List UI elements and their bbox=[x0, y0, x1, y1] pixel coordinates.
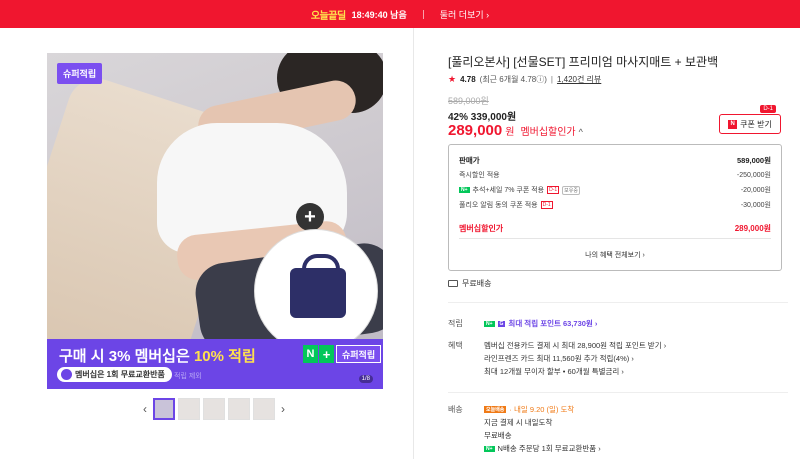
delivery-return[interactable]: N+ N배송 주문당 1회 무료교환반품 › bbox=[484, 443, 601, 454]
thumbnail-2[interactable] bbox=[178, 398, 200, 420]
deadline-tag: D-1 bbox=[540, 201, 553, 209]
npay-badge: N + 슈퍼적립 bbox=[303, 345, 382, 363]
coupon-deadline-tag: D-1 bbox=[760, 105, 776, 113]
promo-sub-badge: 멤버십은 1회 무료교환반품 bbox=[57, 367, 172, 382]
gift-bag-circle bbox=[254, 229, 378, 353]
alarm-coupon-row: 풀리오 알림 동의 쿠폰 적용 D-1 -30,000원 bbox=[459, 200, 771, 210]
delivery-date: · 내일 9.20 (일) 도착 bbox=[509, 405, 575, 414]
view-all-benefits-link[interactable]: 나의 혜택 전체보기 › bbox=[449, 250, 781, 260]
alarm-coupon-label: 풀리오 알림 동의 쿠폰 적용 bbox=[459, 202, 538, 209]
divider bbox=[422, 9, 424, 19]
delivery-free: 무료배송 bbox=[484, 431, 512, 440]
free-shipping: 무료배송 bbox=[448, 278, 491, 289]
rating-detail[interactable]: (최근 6개월 4.78ⓘ) bbox=[480, 74, 547, 85]
won-unit: 원 bbox=[505, 127, 515, 138]
chevron-up-icon[interactable]: ^ bbox=[579, 127, 583, 137]
member-price-row-label: 멤버십할인가 bbox=[459, 224, 504, 233]
n-logo-icon: N bbox=[303, 345, 318, 363]
promo-faint-text: 적립 제외 bbox=[174, 373, 202, 380]
delivery-line-2: 지금 결제 시 내일도착 bbox=[484, 418, 553, 427]
thumbnail-1[interactable] bbox=[153, 398, 175, 420]
npay-mini-icon: N+ bbox=[459, 187, 470, 193]
member-price-row: 멤버십할인가 289,000원 bbox=[459, 223, 771, 234]
member-price: 289,000 bbox=[448, 122, 503, 139]
promo-headline: 구매 시 3% 멤버십은 10% 적립 bbox=[59, 348, 256, 365]
benefit-line-1[interactable]: 멤버십 전용카드 결제 시 최대 28,900원 적립 포인트 받기 › bbox=[484, 340, 666, 351]
thumbnail-5[interactable] bbox=[253, 398, 275, 420]
prev-arrow-icon[interactable]: ‹ bbox=[140, 402, 150, 416]
image-counter: 1/8 bbox=[358, 375, 373, 383]
deal-top-banner[interactable]: 오늘끝딜 18:49:40 남음 둘러 더보기 › bbox=[0, 0, 800, 28]
product-title: [풀리오본사] [선물SET] 프리미엄 마사지매트 + 보관백 bbox=[448, 55, 719, 69]
plus-icon: + bbox=[296, 203, 324, 231]
today-delivery-tag: 오늘배송 bbox=[484, 406, 507, 413]
member-mini-icon: G bbox=[497, 320, 506, 327]
delivery-label: 배송 bbox=[448, 405, 463, 414]
deadline-tag: D-1 bbox=[547, 186, 560, 194]
npay-label: 슈퍼적립 bbox=[336, 345, 382, 363]
deal-countdown: 18:49:40 남음 bbox=[351, 9, 407, 20]
points-text: 최대 적립 포인트 63,730원 › bbox=[508, 319, 598, 328]
deal-more-link[interactable]: 둘러 더보기 › bbox=[440, 8, 489, 21]
instant-discount-label: 즉시할인 적용 bbox=[459, 172, 500, 179]
extra-coupon-label: 추석+세일 7% 쿠폰 적용 bbox=[472, 187, 545, 194]
benefits-label: 혜택 bbox=[448, 341, 463, 350]
product-main-image[interactable]: 슈퍼적립 + 구매 시 3% 멤버십은 10% 적립 멤버십은 1회 무료교환반… bbox=[47, 53, 383, 389]
divider: | bbox=[550, 75, 553, 84]
coupon-n-icon: N bbox=[728, 119, 738, 129]
extra-coupon-value: -20,000원 bbox=[740, 187, 771, 194]
owned-tag: 보유중 bbox=[562, 185, 580, 195]
rating-line: ★ 4.78 (최근 6개월 4.78ⓘ) | 1,420건 리뷰 bbox=[448, 74, 601, 85]
member-price-line[interactable]: 289,000 원 멤버십할인가 ^ bbox=[448, 122, 583, 139]
price-breakdown-box: 판매가 589,000원 즉시할인 적용 -250,000원 N+ 추석+세일 7… bbox=[448, 144, 782, 271]
divider bbox=[448, 392, 788, 393]
benefit-line-2[interactable]: 라인프렌즈 카드 최대 11,560원 추가 적립(4%) › bbox=[484, 353, 634, 364]
review-count-link[interactable]: 1,420건 리뷰 bbox=[557, 74, 601, 85]
alarm-coupon-value: -30,000원 bbox=[740, 202, 771, 209]
npay-mini-icon: N+ bbox=[484, 445, 495, 452]
truck-icon bbox=[448, 280, 458, 287]
npay-mini-icon: N+ bbox=[484, 320, 495, 327]
instant-discount-value: -250,000원 bbox=[736, 172, 771, 179]
member-price-row-value: 289,000원 bbox=[734, 224, 771, 233]
delivery-eta: 오늘배송 · 내일 9.20 (일) 도착 bbox=[484, 404, 574, 415]
divider bbox=[448, 302, 788, 303]
original-price: 589,000원 bbox=[448, 96, 489, 106]
rating-score: 4.78 bbox=[460, 75, 476, 84]
points-label: 적립 bbox=[448, 319, 463, 328]
delivery-return-text: N배송 주문당 1회 무료교환반품 › bbox=[497, 444, 601, 453]
sale-price-label: 판매가 bbox=[459, 156, 480, 165]
points-value[interactable]: N+ G 최대 적립 포인트 63,730원 › bbox=[484, 318, 597, 329]
return-icon bbox=[61, 369, 72, 380]
sale-price-value: 589,000원 bbox=[736, 156, 771, 165]
thumbnail-strip: ‹ › bbox=[140, 398, 288, 420]
extra-coupon-row: N+ 추석+세일 7% 쿠폰 적용 D-1 보유중 -20,000원 bbox=[459, 185, 771, 195]
promo-banner: 구매 시 3% 멤버십은 10% 적립 멤버십은 1회 무료교환반품 적립 제외… bbox=[47, 339, 383, 389]
plus-logo-icon: + bbox=[319, 345, 334, 363]
star-icon: ★ bbox=[448, 74, 457, 84]
next-arrow-icon[interactable]: › bbox=[278, 402, 288, 416]
benefit-line-3[interactable]: 최대 12개월 무이자 할부 • 60개월 특별금리 › bbox=[484, 366, 624, 377]
instant-discount-row: 즉시할인 적용 -250,000원 bbox=[459, 170, 771, 180]
deal-brand: 오늘끝딜 bbox=[310, 10, 346, 22]
discount-line: 42% 339,000원 bbox=[448, 108, 516, 123]
free-shipping-label: 무료배송 bbox=[462, 279, 492, 288]
thumbnail-4[interactable] bbox=[228, 398, 250, 420]
coupon-label: 쿠폰 받기 bbox=[740, 119, 772, 129]
member-price-label: 멤버십할인가 bbox=[520, 127, 576, 138]
thumbnail-3[interactable] bbox=[203, 398, 225, 420]
sale-price-row: 판매가 589,000원 bbox=[459, 155, 771, 166]
divider bbox=[459, 238, 771, 239]
column-divider bbox=[413, 28, 414, 459]
coupon-button[interactable]: D-1 N 쿠폰 받기 bbox=[719, 105, 781, 134]
storage-bag-icon bbox=[290, 254, 346, 318]
super-point-tag: 슈퍼적립 bbox=[57, 63, 103, 84]
